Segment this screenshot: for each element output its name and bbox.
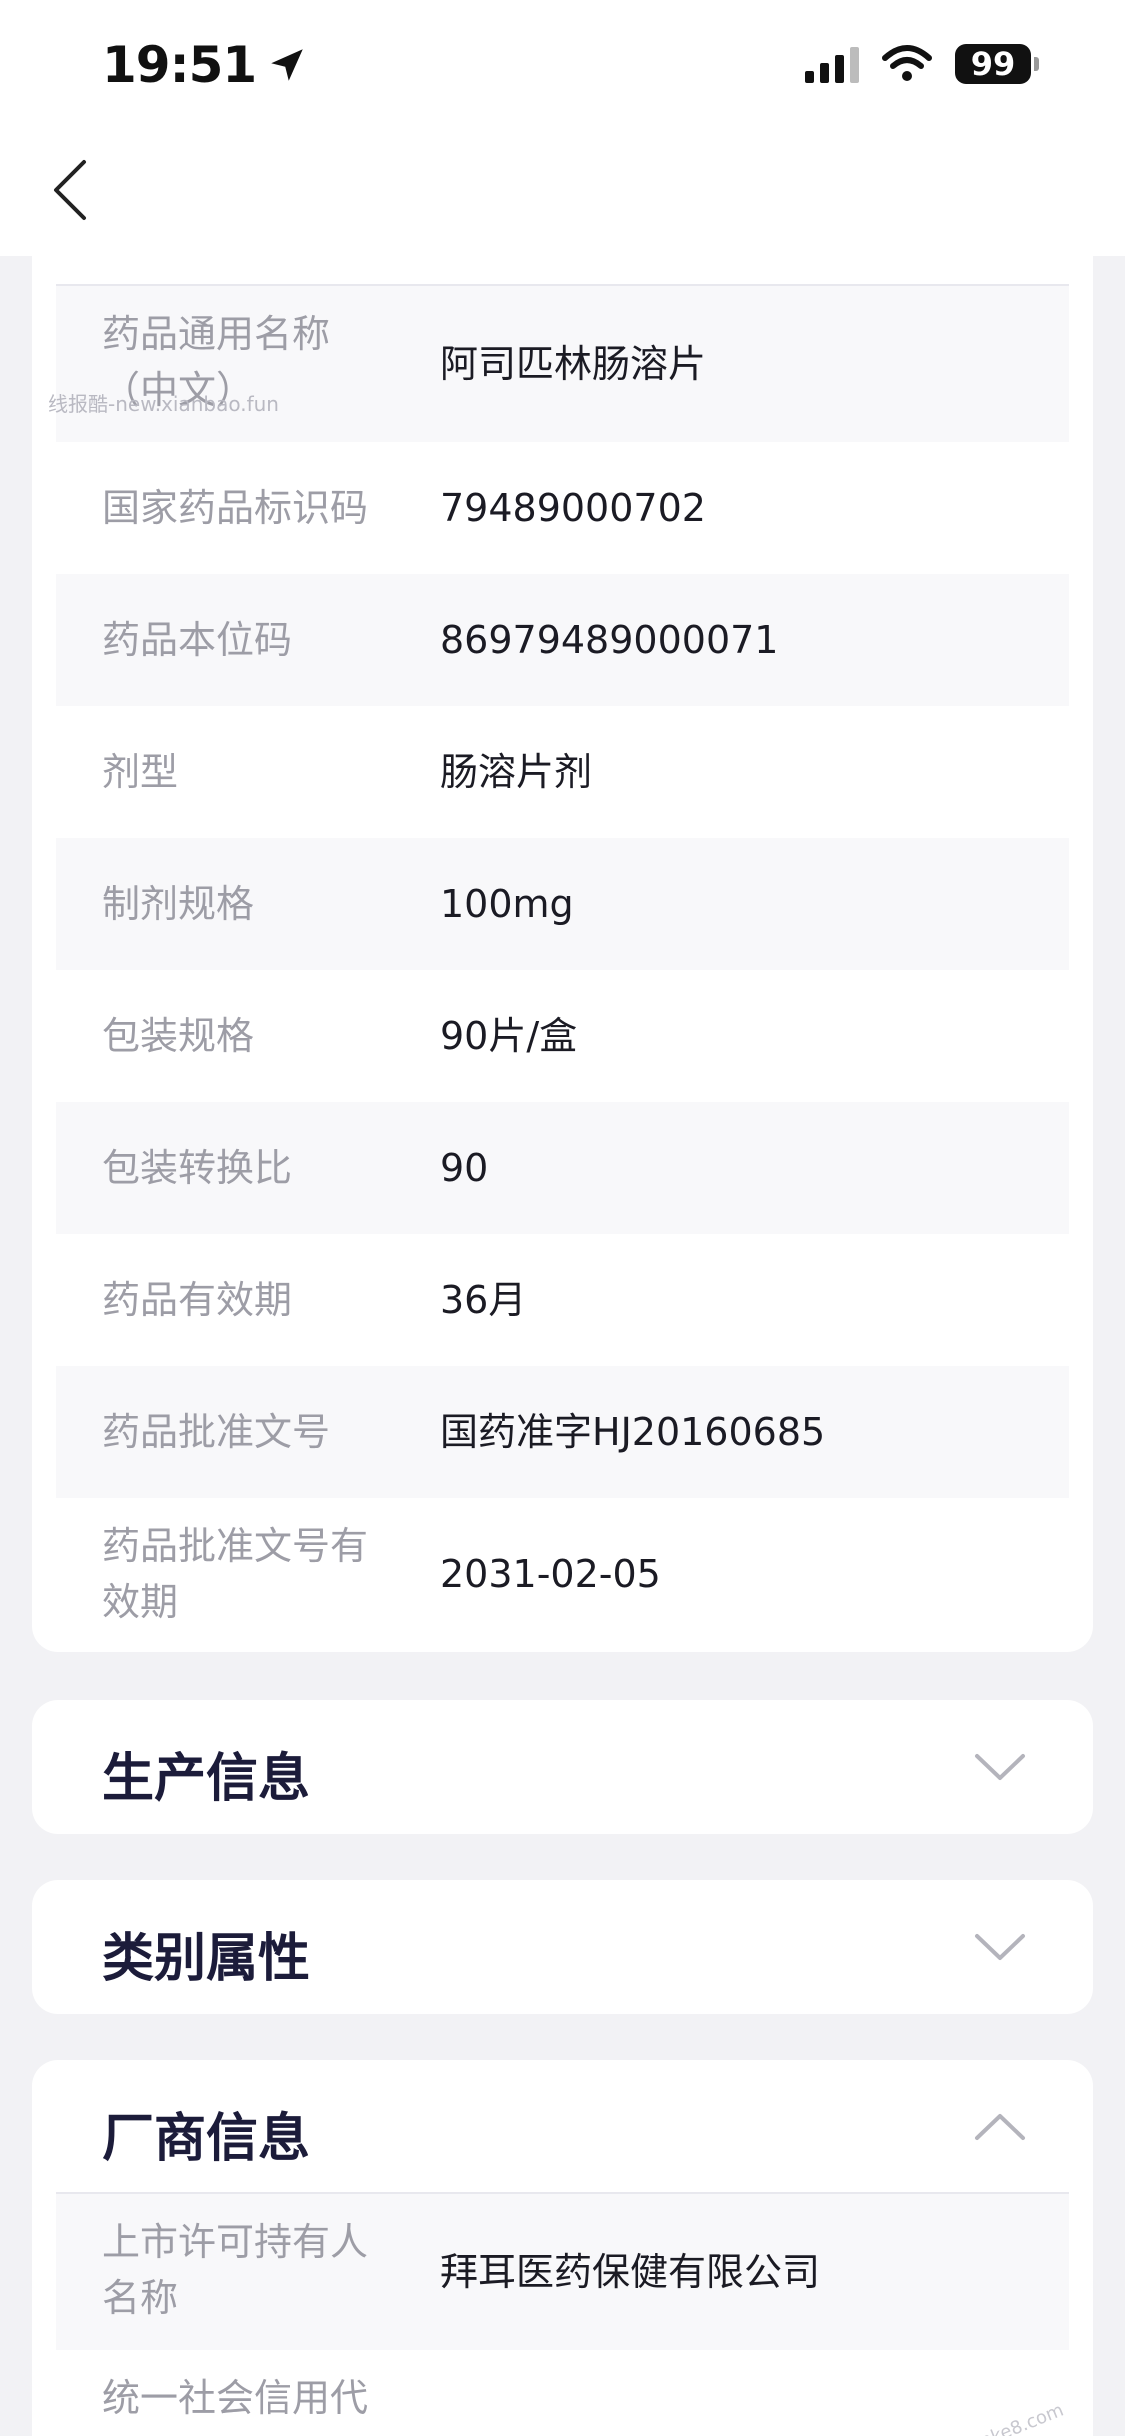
cellular-signal-icon <box>805 45 859 83</box>
chevron-left-icon <box>54 160 86 220</box>
top-bar: 19:51 99 <box>0 0 1125 256</box>
battery-icon: 99 <box>955 44 1039 84</box>
production-info-section[interactable]: 生产信息 <box>32 1700 1093 1834</box>
section-title: 生产信息 <box>102 1749 311 1809</box>
info-row: 上市许可持有人名称 拜耳医药保健有限公司 <box>56 2194 1069 2350</box>
back-button[interactable] <box>40 150 100 230</box>
info-row: 统一社会信用代 <box>56 2350 1069 2436</box>
info-label: 药品批准文号有效期 <box>102 1524 369 1624</box>
drug-info-card: 药品通用名称（中文） 阿司匹林肠溶片 国家药品标识码 79489000702 药… <box>32 220 1093 1652</box>
info-row: 药品本位码 86979489000071 <box>56 574 1069 706</box>
info-value: 阿司匹林肠溶片 <box>440 342 707 386</box>
info-value: 36月 <box>440 1278 527 1322</box>
info-label: 包装规格 <box>102 1014 255 1058</box>
info-row: 包装转换比 90 <box>56 1102 1069 1234</box>
info-label: 药品批准文号 <box>102 1410 331 1454</box>
info-label: 上市许可持有人名称 <box>102 2220 369 2320</box>
info-value: 拜耳医药保健有限公司 <box>440 2250 821 2294</box>
info-value: 2031-02-05 <box>440 1552 661 1596</box>
status-time: 19:51 <box>102 36 308 94</box>
chevron-up-icon[interactable] <box>973 2110 1027 2144</box>
section-title: 类别属性 <box>102 1929 311 1989</box>
info-row: 药品通用名称（中文） 阿司匹林肠溶片 <box>56 286 1069 442</box>
info-value: 90片/盒 <box>440 1014 578 1058</box>
section-title: 厂商信息 <box>102 2109 311 2169</box>
status-time-text: 19:51 <box>102 36 257 94</box>
wifi-icon <box>882 45 932 81</box>
status-icons: 99 <box>805 44 1039 84</box>
info-value: 100mg <box>440 882 574 926</box>
info-row: 药品有效期 36月 <box>56 1234 1069 1366</box>
info-label: 药品有效期 <box>102 1278 293 1322</box>
chevron-down-icon[interactable] <box>973 1930 1027 1964</box>
category-attributes-section[interactable]: 类别属性 <box>32 1880 1093 2014</box>
info-value: 90 <box>440 1146 489 1190</box>
info-row: 药品批准文号有效期 2031-02-05 <box>56 1498 1069 1652</box>
manufacturer-info-section: 厂商信息 上市许可持有人名称 拜耳医药保健有限公司 统一社会信用代 赚客吧，有点… <box>32 2060 1093 2436</box>
chevron-down-icon[interactable] <box>973 1750 1027 1784</box>
battery-level: 99 <box>955 44 1031 84</box>
info-label: 国家药品标识码 <box>102 486 369 530</box>
info-row: 药品批准文号 国药准字HJ20160685 <box>56 1366 1069 1498</box>
info-value: 国药准字HJ20160685 <box>440 1410 826 1454</box>
info-label: 剂型 <box>102 750 179 794</box>
location-arrow-icon <box>271 49 303 81</box>
info-label: 包装转换比 <box>102 1146 293 1190</box>
info-label: 制剂规格 <box>102 882 255 926</box>
info-row: 国家药品标识码 79489000702 <box>56 442 1069 574</box>
info-row: 包装规格 90片/盒 <box>56 970 1069 1102</box>
watermark: 线报酷-new.xianbao.fun <box>48 392 279 416</box>
info-value: 79489000702 <box>440 486 706 530</box>
info-label: 药品本位码 <box>102 618 293 662</box>
info-row: 制剂规格 100mg <box>56 838 1069 970</box>
info-value: 肠溶片剂 <box>440 750 593 794</box>
info-row: 剂型 肠溶片剂 <box>56 706 1069 838</box>
info-label: 统一社会信用代 <box>102 2376 369 2420</box>
info-value: 86979489000071 <box>440 618 779 662</box>
